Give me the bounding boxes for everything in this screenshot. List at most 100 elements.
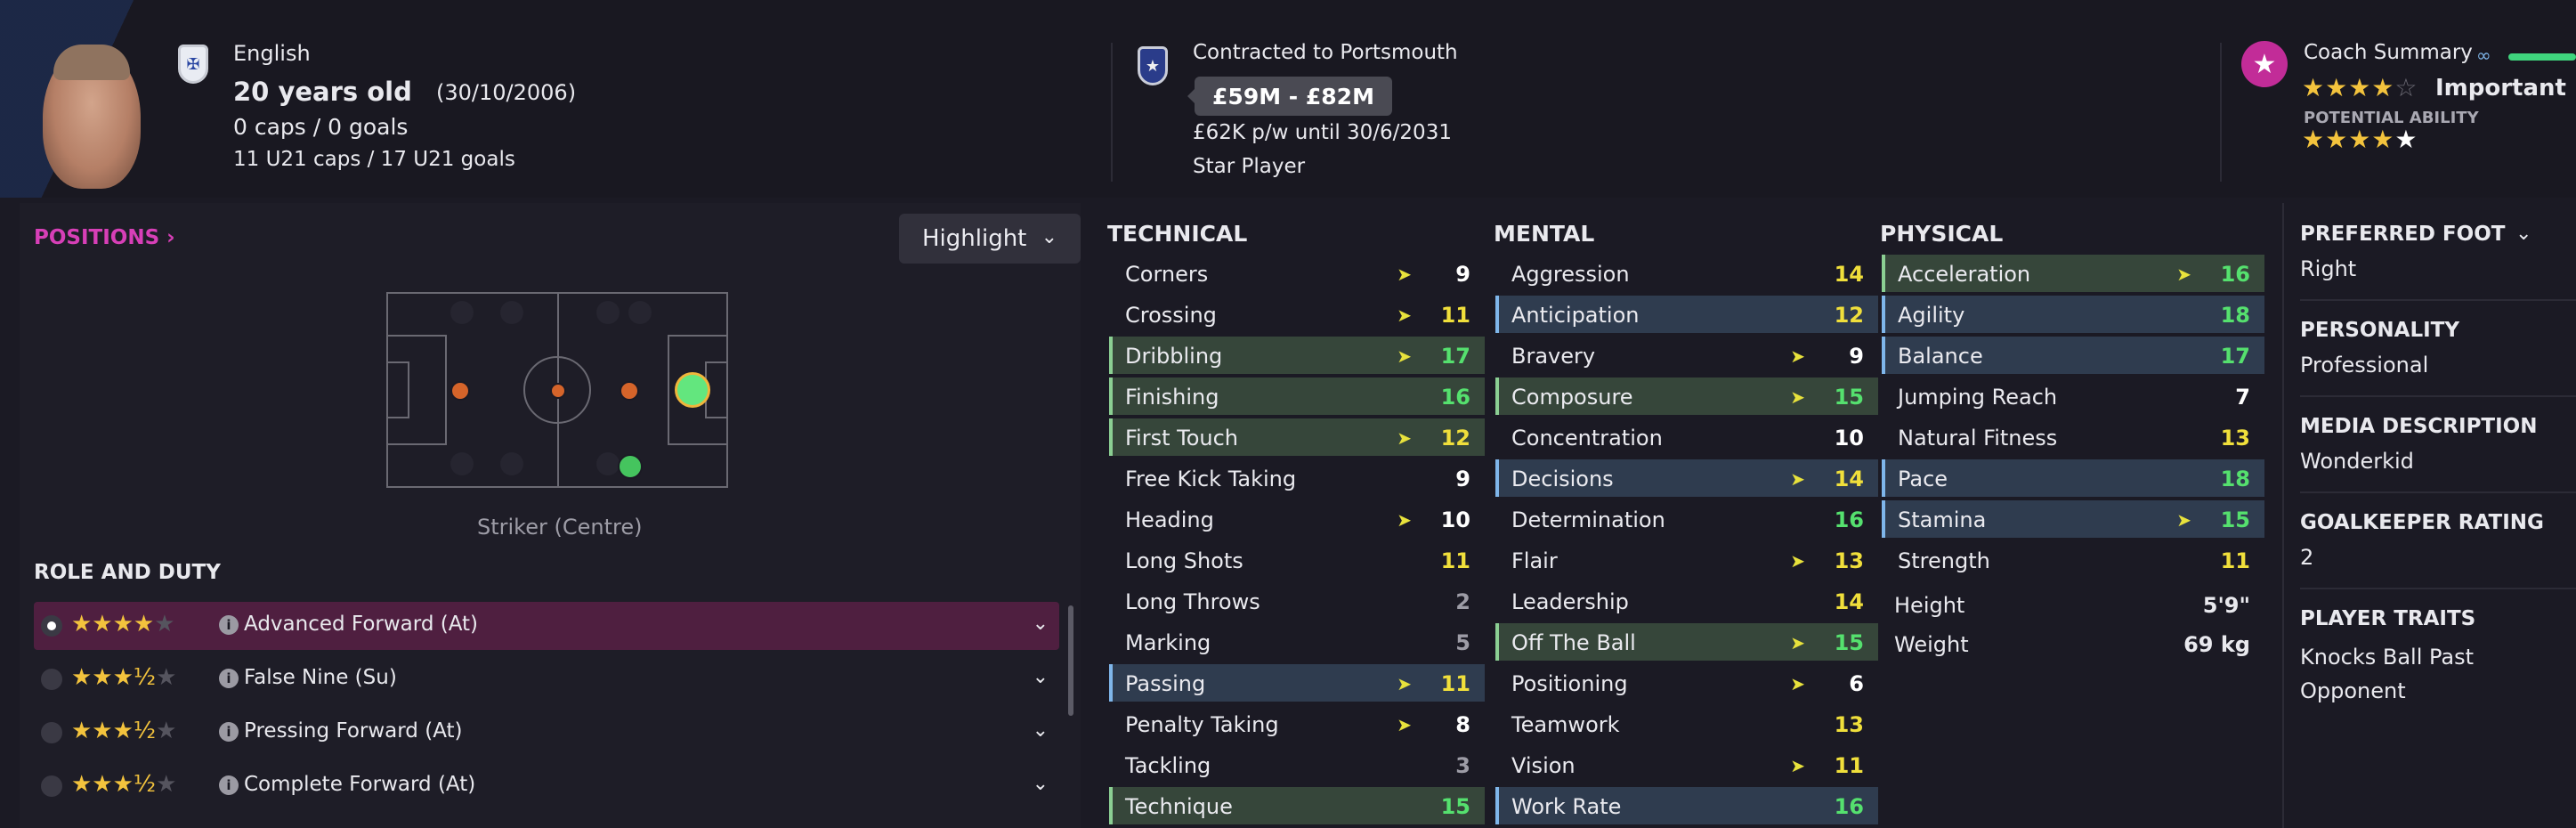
info-icon[interactable]: i <box>219 775 239 795</box>
mental-attribute-row[interactable]: Teamwork 13 <box>1495 705 1878 743</box>
physical-attribute-row[interactable]: Stamina ➤ 15 <box>1882 500 2264 538</box>
age: 20 years old <box>233 77 412 107</box>
positions-link[interactable]: POSITIONS › <box>34 226 175 249</box>
technical-title: TECHNICAL <box>1107 221 1248 247</box>
technical-attribute-row[interactable]: Technique 15 <box>1109 787 1485 824</box>
header-divider <box>1111 43 1113 182</box>
mental-attribute-row[interactable]: Leadership 14 <box>1495 582 1878 620</box>
technical-attribute-row[interactable]: Marking 5 <box>1109 623 1485 661</box>
attribute-name: Technique <box>1125 794 1233 819</box>
attribute-name: First Touch <box>1125 426 1239 451</box>
coach-summary-label[interactable]: Coach Summary <box>2304 41 2473 64</box>
attribute-value: 9 <box>1849 344 1864 369</box>
role-row[interactable]: ★★★½★ i Complete Forward (At) ⌄ <box>34 762 1059 810</box>
info-icon[interactable]: i <box>219 615 239 635</box>
role-radio[interactable] <box>41 775 62 797</box>
role-rating-stars: ★★★½★ <box>71 718 177 744</box>
player-trait-cont[interactable]: Opponent <box>2300 678 2406 703</box>
mental-attribute-row[interactable]: Off The Ball ➤ 15 <box>1495 623 1878 661</box>
physical-attribute-row[interactable]: Acceleration ➤ 16 <box>1882 255 2264 292</box>
portsmouth-crest-icon[interactable]: ★ <box>1138 46 1168 85</box>
physical-attribute-row[interactable]: Jumping Reach 7 <box>1882 377 2264 415</box>
role-label: False Nine (Su) <box>244 666 397 689</box>
technical-attribute-row[interactable]: First Touch ➤ 12 <box>1109 418 1485 456</box>
chevron-down-icon[interactable]: ⌄ <box>1033 773 1049 795</box>
role-label: Pressing Forward (At) <box>244 719 463 743</box>
physical-attribute-row[interactable]: Agility 18 <box>1882 296 2264 333</box>
attribute-name: Off The Ball <box>1511 630 1636 655</box>
role-radio[interactable] <box>41 669 62 690</box>
technical-attribute-row[interactable]: Crossing ➤ 11 <box>1109 296 1485 333</box>
highlight-dropdown[interactable]: Highlight ⌄ <box>899 214 1081 264</box>
technical-attribute-row[interactable]: Passing ➤ 11 <box>1109 664 1485 702</box>
position-dot-cm <box>550 383 566 399</box>
info-icon[interactable]: i <box>219 722 239 742</box>
chevron-down-icon[interactable]: ⌄ <box>1033 719 1049 742</box>
mental-attribute-row[interactable]: Flair ➤ 13 <box>1495 541 1878 579</box>
mental-attribute-row[interactable]: Work Rate 16 <box>1495 787 1878 824</box>
mental-attribute-row[interactable]: Determination 16 <box>1495 500 1878 538</box>
technical-attribute-row[interactable]: Penalty Taking ➤ 8 <box>1109 705 1485 743</box>
attribute-value: 10 <box>1440 507 1470 532</box>
technical-attribute-row[interactable]: Free Kick Taking 9 <box>1109 459 1485 497</box>
training-arrow-icon: ➤ <box>1790 550 1805 572</box>
technical-attribute-row[interactable]: Tackling 3 <box>1109 746 1485 783</box>
position-dot-striker <box>675 372 710 408</box>
physical-attribute-row[interactable]: Strength 11 <box>1882 541 2264 579</box>
physical-attribute-row[interactable]: Pace 18 <box>1882 459 2264 497</box>
role-radio[interactable] <box>41 615 62 637</box>
technical-attribute-row[interactable]: Long Shots 11 <box>1109 541 1485 579</box>
squad-status: Star Player <box>1193 155 1306 178</box>
chevron-down-icon[interactable]: ⌄ <box>1033 613 1049 635</box>
attribute-name: Concentration <box>1511 426 1663 451</box>
physical-attribute-row[interactable]: Balance 17 <box>1882 337 2264 374</box>
attribute-name: Finishing <box>1125 385 1219 410</box>
role-row[interactable]: ★★★½★ i Pressing Forward (At) ⌄ <box>34 709 1059 757</box>
physical-attribute-row[interactable]: Natural Fitness 13 <box>1882 418 2264 456</box>
player-portrait <box>43 45 141 189</box>
role-row[interactable]: ★★★½★ i False Nine (Su) ⌄ <box>34 655 1059 703</box>
technical-attribute-row[interactable]: Heading ➤ 10 <box>1109 500 1485 538</box>
mental-attribute-row[interactable]: Concentration 10 <box>1495 418 1878 456</box>
training-arrow-icon: ➤ <box>1397 427 1412 449</box>
attribute-value: 15 <box>2220 507 2250 532</box>
attribute-name: Free Kick Taking <box>1125 467 1297 491</box>
chevron-down-icon[interactable]: ⌄ <box>1033 666 1049 688</box>
attribute-value: 14 <box>1834 262 1864 287</box>
info-icon[interactable]: i <box>219 669 239 688</box>
attribute-name: Leadership <box>1511 589 1629 614</box>
technical-attribute-row[interactable]: Finishing 16 <box>1109 377 1485 415</box>
chevron-down-icon[interactable]: ⌄ <box>2515 223 2531 245</box>
training-arrow-icon: ➤ <box>1790 632 1805 653</box>
attribute-value: 9 <box>1455 262 1470 287</box>
position-dot-dm <box>450 381 470 401</box>
role-radio[interactable] <box>41 722 62 743</box>
info-divider <box>2300 588 2576 589</box>
transfer-value[interactable]: £59M - £82M <box>1187 77 1392 116</box>
mental-attribute-row[interactable]: Vision ➤ 11 <box>1495 746 1878 783</box>
role-rating-stars: ★★★½★ <box>71 664 177 691</box>
technical-attribute-row[interactable]: Corners ➤ 9 <box>1109 255 1485 292</box>
mental-attribute-row[interactable]: Bravery ➤ 9 <box>1495 337 1878 374</box>
mental-attribute-row[interactable]: Aggression 14 <box>1495 255 1878 292</box>
position-dot-am <box>620 381 639 401</box>
training-arrow-icon: ➤ <box>1790 755 1805 776</box>
attribute-name: Jumping Reach <box>1898 385 2058 410</box>
roles-scrollbar[interactable] <box>1068 605 1073 716</box>
attribute-name: Passing <box>1125 671 1206 696</box>
mental-attribute-row[interactable]: Composure ➤ 15 <box>1495 377 1878 415</box>
star-player-icon: ★ <box>2241 41 2288 87</box>
technical-attribute-row[interactable]: Long Throws 2 <box>1109 582 1485 620</box>
role-row[interactable]: ★★★★★ i Advanced Forward (At) ⌄ <box>34 602 1059 650</box>
player-trait[interactable]: Knocks Ball Past <box>2300 645 2474 670</box>
weight-label: Weight <box>1894 632 1969 657</box>
mental-attribute-row[interactable]: Positioning ➤ 6 <box>1495 664 1878 702</box>
technical-attribute-row[interactable]: Dribbling ➤ 17 <box>1109 337 1485 374</box>
contract-club[interactable]: Contracted to Portsmouth <box>1193 41 1458 64</box>
binoculars-icon[interactable]: ∞ <box>2476 45 2491 66</box>
mental-attribute-row[interactable]: Anticipation 12 <box>1495 296 1878 333</box>
mental-attribute-row[interactable]: Decisions ➤ 14 <box>1495 459 1878 497</box>
current-ability-stars: ★★★★☆ <box>2302 73 2418 102</box>
media-description-title: MEDIA DESCRIPTION <box>2300 415 2538 438</box>
media-description-value: Wonderkid <box>2300 449 2414 474</box>
